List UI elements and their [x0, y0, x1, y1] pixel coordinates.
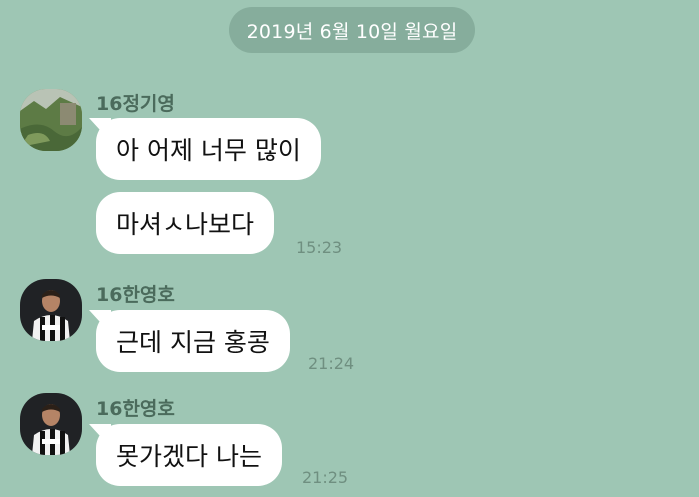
message-text: 아 어제 너무 많이 — [116, 136, 301, 165]
sender-name: 16한영호 — [96, 398, 175, 420]
chat-view: 2019년 6월 10일 월요일 16정기영 아 어제 너무 많이 마셔ㅅ나보다… — [0, 0, 699, 497]
soccer-player-avatar[interactable] — [20, 279, 82, 341]
message-bubble[interactable]: 근데 지금 홍콩 — [96, 310, 290, 372]
message-time: 15:23 — [296, 238, 343, 257]
sender-name: 16한영호 — [96, 284, 175, 306]
message-time: 21:25 — [302, 468, 349, 487]
message-text: 못가겠다 나는 — [116, 442, 262, 471]
soccer-player-avatar[interactable] — [20, 393, 82, 455]
message-bubble[interactable]: 아 어제 너무 많이 — [96, 118, 321, 180]
message-bubble[interactable]: 마셔ㅅ나보다 — [96, 192, 275, 254]
message-bubble[interactable]: 못가겠다 나는 — [96, 424, 282, 486]
message-text: 마셔ㅅ나보다 — [116, 210, 255, 239]
date-divider: 2019년 6월 10일 월요일 — [229, 7, 475, 53]
message-text: 근데 지금 홍콩 — [116, 328, 270, 357]
landscape-avatar[interactable] — [20, 89, 82, 151]
sender-name: 16정기영 — [96, 93, 175, 115]
message-time: 21:24 — [308, 354, 355, 373]
